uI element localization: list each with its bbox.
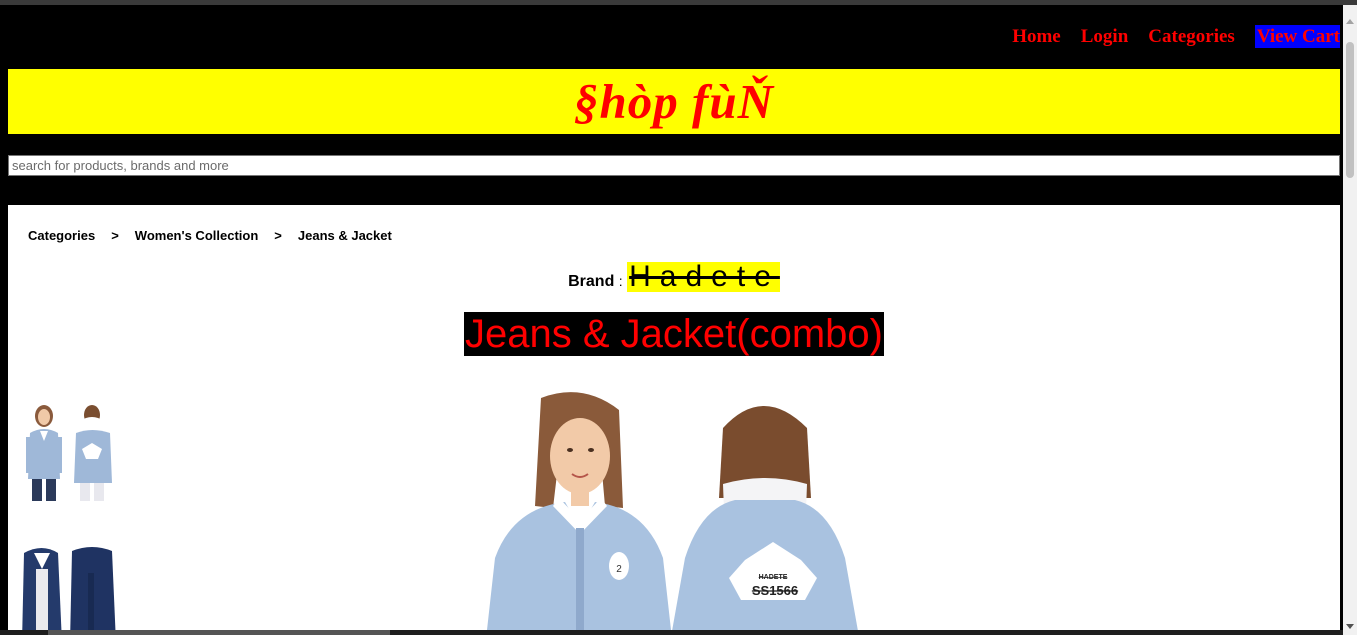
scrollbar-thumb[interactable] <box>1346 42 1354 178</box>
breadcrumb: Categories > Women's Collection > Jeans … <box>28 228 392 243</box>
horizontal-scrollbar[interactable] <box>0 630 1343 635</box>
nav-home-link[interactable]: Home <box>1012 25 1061 48</box>
chevron-up-icon[interactable] <box>1346 19 1354 24</box>
brand-name: Hadete <box>627 260 780 293</box>
window-top-strip <box>0 0 1357 5</box>
brand-colon: : <box>618 273 623 289</box>
search-input[interactable] <box>8 155 1340 176</box>
breadcrumb-separator: > <box>274 228 282 243</box>
brand-line: Brand : Hadete <box>8 262 1340 292</box>
product-title-wrap: Jeans & Jacket(combo) <box>8 312 1340 356</box>
nav-categories-link[interactable]: Categories <box>1148 25 1235 48</box>
breadcrumb-categories[interactable]: Categories <box>28 228 95 243</box>
jacket-print-brand: HADETE <box>759 574 788 581</box>
nav-view-cart-link[interactable]: View Cart <box>1254 25 1340 48</box>
product-page: Categories > Women's Collection > Jeans … <box>8 205 1340 635</box>
breadcrumb-jeans-jacket[interactable]: Jeans & Jacket <box>298 228 392 243</box>
svg-text:2: 2 <box>616 564 622 575</box>
nav-login-link[interactable]: Login <box>1081 25 1129 48</box>
product-main-image[interactable]: 2 HADETE SS1566 <box>473 388 873 635</box>
breadcrumb-separator: > <box>111 228 119 243</box>
jacket-print-code: SS1566 <box>752 583 798 598</box>
product-thumbnail-dark-jacket[interactable] <box>18 543 118 635</box>
breadcrumb-womens-collection[interactable]: Women's Collection <box>135 228 258 243</box>
vertical-scrollbar[interactable] <box>1343 5 1357 635</box>
chevron-down-icon[interactable] <box>1346 624 1354 629</box>
product-thumbnail-light-jacket[interactable] <box>18 401 118 501</box>
product-title: Jeans & Jacket(combo) <box>464 312 884 356</box>
site-banner: §hòp fùŇ <box>8 69 1340 134</box>
site-logo[interactable]: §hòp fùŇ <box>574 73 774 130</box>
horizontal-scrollbar-thumb[interactable] <box>48 630 390 635</box>
brand-label: Brand <box>568 273 615 290</box>
top-nav: Home Login Categories View Cart <box>1012 25 1340 48</box>
